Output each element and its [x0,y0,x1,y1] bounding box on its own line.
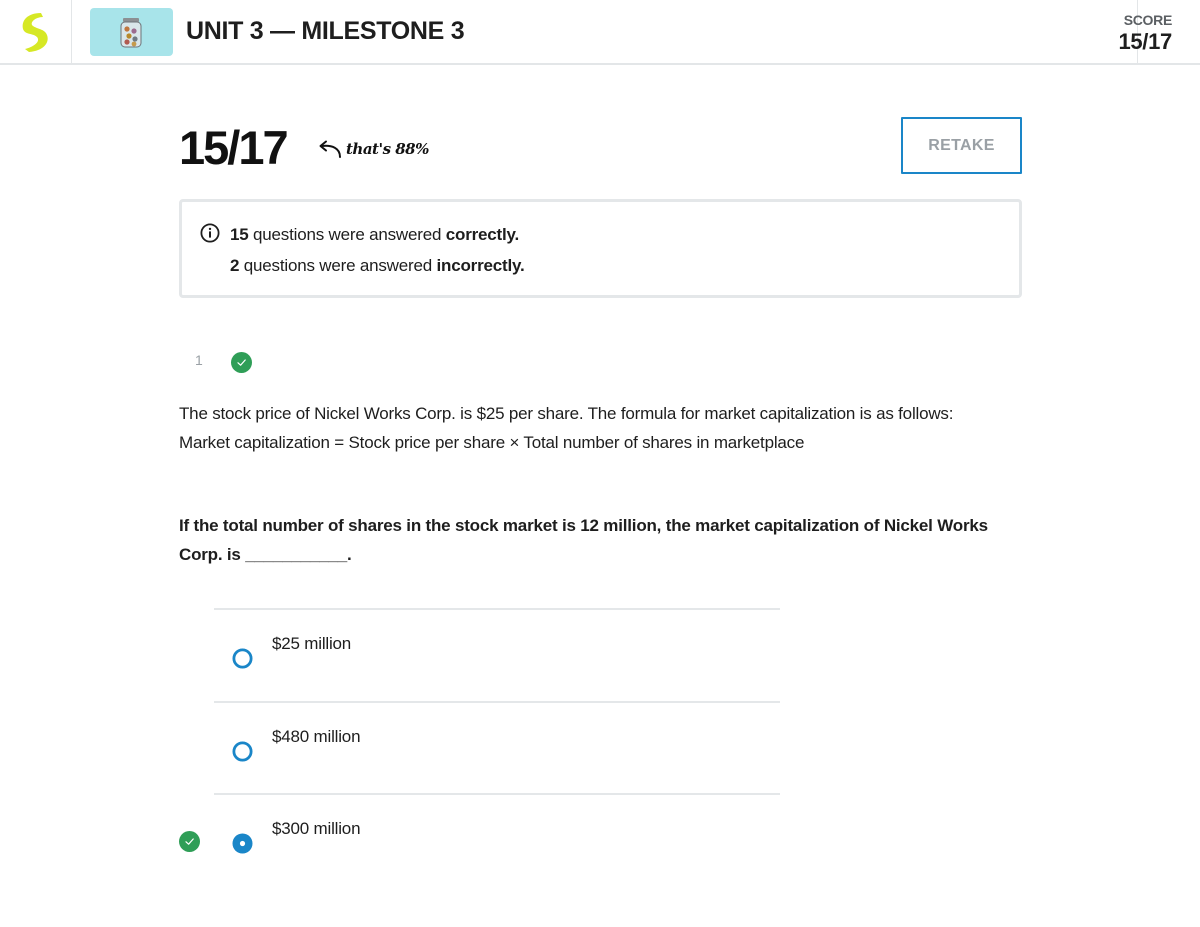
question-text-line2: Market capitalization = Stock price per … [179,433,805,452]
correct-count: 15 [230,225,249,244]
header-score-label: SCORE [1123,12,1173,28]
incorrect-text: questions were answered [243,256,432,275]
answer-option-label: $480 million [272,727,361,746]
unit-title: UNIT 3 — MILESTONE 3 [186,17,465,45]
info-icon [200,223,220,243]
summary-correct-line: 15 questions were answered correctly. [230,225,519,245]
question-number: 1 [195,352,203,368]
jar-of-coins-icon [120,18,142,48]
answer-option-label: $300 million [272,819,361,838]
retake-button[interactable]: RETAKE [901,117,1022,174]
summary-incorrect-line: 2 questions were answered incorrectly. [230,256,525,276]
percentage-note: that's 88% [316,140,429,158]
curved-arrow-left-icon [319,140,341,158]
answer-option-selected[interactable]: $300 million [179,793,780,886]
logo-cell[interactable] [0,0,72,63]
results-summary: 15 questions were answered correctly. 2 … [179,199,1022,298]
incorrect-word: incorrectly. [436,256,525,275]
incorrect-count: 2 [230,256,240,275]
answer-option[interactable]: $25 million [214,608,780,701]
answer-options: $25 million $480 million $300 million [179,608,780,886]
question-prompt: If the total number of shares in the sto… [179,516,988,564]
check-circle-icon [231,352,252,373]
radio-unselected-icon[interactable] [232,648,253,669]
correct-word: correctly. [445,225,520,244]
question-text: The stock price of Nickel Works Corp. is… [179,399,1024,457]
result-score: 15/17 [179,121,289,174]
milestone-thumbnail [90,8,173,56]
answer-option[interactable]: $480 million [214,701,780,793]
radio-selected-icon[interactable] [232,833,253,854]
check-circle-icon [179,831,200,852]
brand-logo-icon [22,13,48,52]
radio-unselected-icon[interactable] [232,741,253,762]
header-score-value: 15/17 [1118,29,1172,54]
question-text-line1: The stock price of Nickel Works Corp. is… [179,404,954,423]
percentage-text: that's 88% [346,140,429,158]
correct-text: questions were answered [253,225,442,244]
answer-option-label: $25 million [272,634,352,653]
top-bar: UNIT 3 — MILESTONE 3 SCORE 15/17 [0,0,1200,65]
